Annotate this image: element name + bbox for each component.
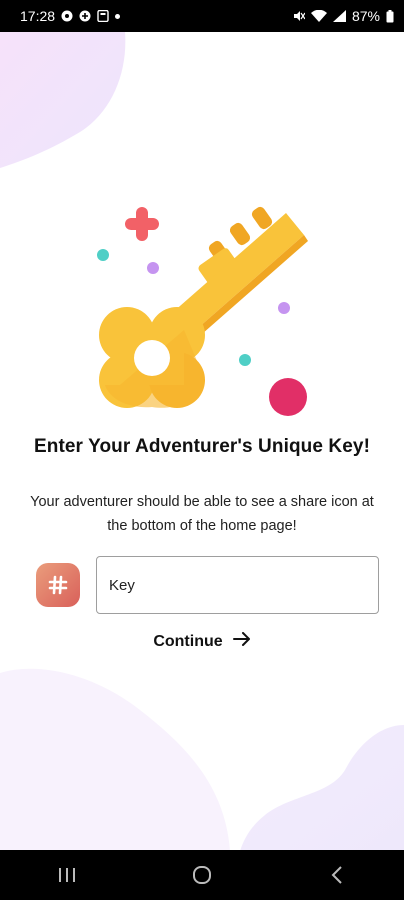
continue-button[interactable]: Continue: [0, 632, 404, 651]
purple-dot-decor: [147, 262, 159, 274]
more-notifications-dot: [115, 13, 121, 19]
key-icon: [99, 206, 308, 408]
red-cross-decor: [125, 207, 159, 241]
teal-dot-decor: [97, 249, 109, 261]
bottom-right-decor-blob: [240, 725, 404, 851]
top-left-decor-blob: [0, 32, 126, 168]
app-notification-icon: [61, 10, 73, 22]
status-time: 17:28: [20, 8, 56, 24]
status-bar: 17:28 87%: [0, 0, 404, 32]
back-button[interactable]: [307, 855, 367, 895]
bottom-left-decor-blob: [0, 668, 230, 851]
home-button[interactable]: [172, 855, 232, 895]
key-illustration: [97, 206, 308, 416]
status-right: 87%: [293, 8, 394, 24]
status-left: 17:28: [20, 8, 121, 24]
wifi-icon: [310, 10, 327, 22]
system-nav-bar: [0, 850, 404, 900]
download-notification-icon: [97, 10, 109, 22]
mute-icon: [293, 10, 305, 22]
page-title: Enter Your Adventurer's Unique Key!: [33, 436, 370, 457]
hash-icon: [36, 563, 80, 607]
teal-dot-decor: [239, 354, 251, 366]
battery-icon: [386, 10, 394, 23]
instruction-text: Your adventurer should be able to see a …: [30, 494, 374, 534]
battery-percent: 87%: [351, 8, 380, 24]
purple-dot-decor: [278, 302, 290, 314]
recent-apps-button[interactable]: [37, 855, 97, 895]
continue-label: Continue: [153, 632, 223, 650]
key-input[interactable]: [96, 556, 379, 614]
signal-icon: [332, 10, 346, 22]
arrow-right-icon: [232, 632, 251, 651]
pink-circle-decor: [269, 378, 307, 416]
settings-notification-icon: [79, 10, 91, 22]
